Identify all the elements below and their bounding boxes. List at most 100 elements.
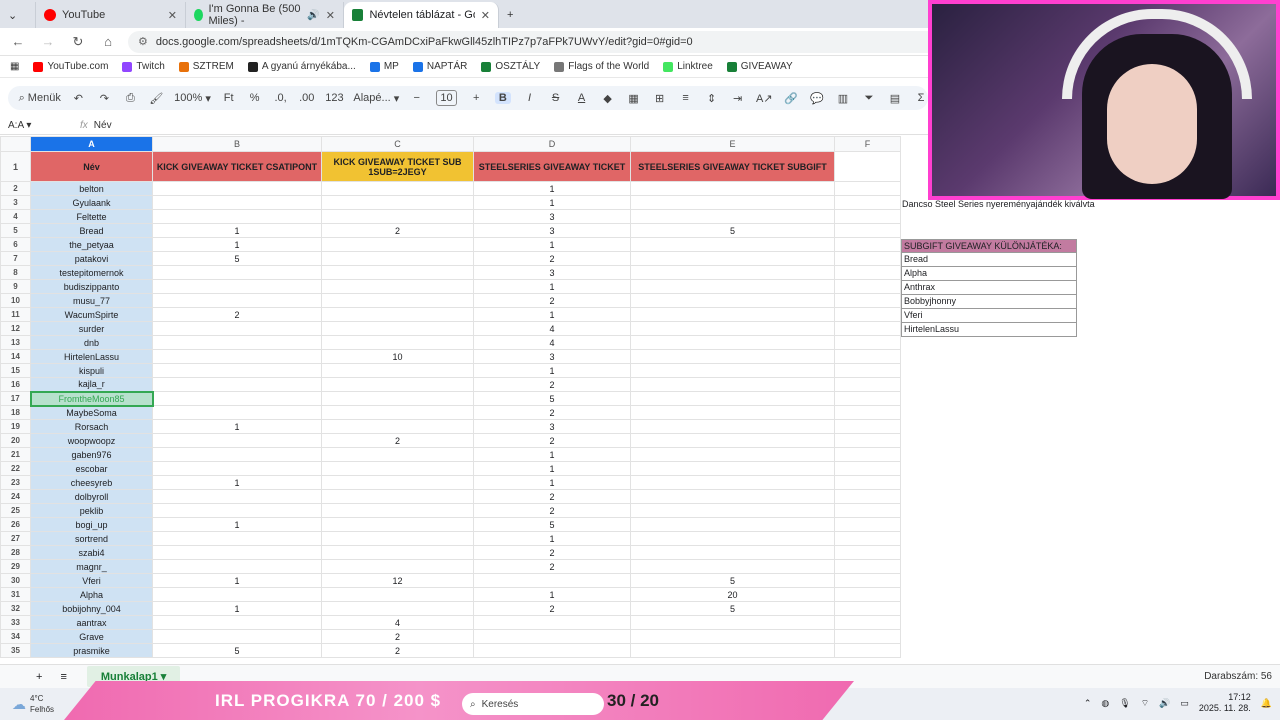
side-note[interactable]: Dancso Steel Series nyereményajándék kiv… [902,199,1095,209]
ticket-cell[interactable] [630,237,835,252]
site-info-icon[interactable]: ⚙ [138,35,148,48]
network-icon[interactable]: ◍ [1101,698,1109,709]
empty-cell[interactable] [834,151,901,182]
filter-icon[interactable]: ⏷ [862,92,876,105]
ticket-cell[interactable] [152,195,322,210]
ticket-cell[interactable] [321,517,474,532]
ticket-cell[interactable] [321,251,474,266]
empty-cell[interactable] [834,279,901,294]
empty-cell[interactable] [834,629,901,644]
bookmark-item[interactable]: YouTube.com [33,61,108,72]
name-cell[interactable]: dolbyroll [30,489,153,504]
empty-cell[interactable] [834,587,901,602]
empty-cell[interactable] [834,615,901,630]
row-number[interactable]: 10 [0,293,31,308]
all-sheets-icon[interactable]: ≡ [60,671,66,683]
browser-tab-youtube[interactable]: YouTube ✕ [36,2,186,28]
column-header-c[interactable]: C [321,136,474,152]
text-color-button[interactable]: A [575,92,589,104]
empty-cell[interactable] [834,405,901,420]
name-cell[interactable]: Alpha [30,587,153,602]
bookmark-item[interactable]: Flags of the World [554,61,649,72]
ticket-cell[interactable] [630,391,835,406]
empty-cell[interactable] [834,195,901,210]
row-number[interactable]: 7 [0,251,31,266]
ticket-cell[interactable] [321,293,474,308]
row-number[interactable]: 14 [0,349,31,364]
name-cell[interactable]: FromtheMoon85 [29,390,154,407]
empty-cell[interactable] [834,433,901,448]
ticket-cell[interactable]: 1 [473,475,631,490]
name-cell[interactable]: magnr_ [30,559,153,574]
empty-cell[interactable] [834,475,901,490]
name-cell[interactable]: sortrend [30,531,153,546]
ticket-cell[interactable] [152,209,322,224]
ticket-cell[interactable] [321,181,474,196]
ticket-cell[interactable]: 2 [473,559,631,574]
empty-cell[interactable] [834,223,901,238]
redo-icon[interactable]: ↷ [97,92,111,105]
more-formats-button[interactable]: 123 [325,92,343,104]
bold-button[interactable]: B [495,92,511,104]
name-cell[interactable]: Bread [30,223,153,238]
ticket-cell[interactable]: 3 [473,349,631,364]
empty-cell[interactable] [834,601,901,616]
volume-icon[interactable]: 🔊 [1159,698,1170,709]
empty-cell[interactable] [834,489,901,504]
name-cell[interactable]: belton [30,181,153,196]
ticket-cell[interactable]: 1 [473,587,631,602]
subgift-name[interactable]: Bread [901,253,1077,267]
row-number[interactable]: 16 [0,377,31,392]
row-number[interactable]: 25 [0,503,31,518]
name-cell[interactable]: Gyulaank [30,195,153,210]
ticket-cell[interactable]: 1 [152,517,322,532]
ticket-cell[interactable] [473,629,631,644]
ticket-cell[interactable] [152,349,322,364]
ticket-cell[interactable] [152,447,322,462]
ticket-cell[interactable]: 3 [473,419,631,434]
ticket-cell[interactable] [321,531,474,546]
name-cell[interactable]: Vferi [30,573,153,588]
increase-decimal-button[interactable]: .00 [299,92,314,104]
row-number[interactable]: 17 [0,391,31,406]
close-icon[interactable]: ✕ [326,9,335,22]
ticket-cell[interactable]: 1 [473,195,631,210]
plus-icon[interactable]: + [469,92,483,104]
row-number[interactable]: 13 [0,335,31,350]
ticket-cell[interactable] [321,279,474,294]
header-cell-kick[interactable]: KICK GIVEAWAY TICKET CSATIPONT [152,151,322,182]
fill-color-icon[interactable]: ◆ [601,92,615,105]
ticket-cell[interactable]: 1 [473,447,631,462]
ticket-cell[interactable] [473,573,631,588]
print-icon[interactable]: ⎙ [123,92,137,105]
ticket-cell[interactable] [630,461,835,476]
ticket-cell[interactable] [321,363,474,378]
ticket-cell[interactable]: 1 [473,181,631,196]
name-cell[interactable]: Feltette [30,209,153,224]
row-number[interactable]: 9 [0,279,31,294]
ticket-cell[interactable] [152,265,322,280]
bookmark-item[interactable]: Linktree [663,61,713,72]
apps-icon[interactable]: ▦ [10,61,19,72]
header-cell-kick-sub[interactable]: KICK GIVEAWAY TICKET SUB 1SUB=2JEGY [321,151,474,182]
name-cell[interactable]: peklib [30,503,153,518]
row-number[interactable]: 32 [0,601,31,616]
ticket-cell[interactable]: 5 [473,391,631,406]
row-number[interactable]: 2 [0,181,31,196]
row-number[interactable]: 5 [0,223,31,238]
empty-cell[interactable] [834,181,901,196]
ticket-cell[interactable] [152,405,322,420]
row-number[interactable]: 22 [0,461,31,476]
ticket-cell[interactable] [630,615,835,630]
row-number[interactable]: 6 [0,237,31,252]
row-number[interactable]: 3 [0,195,31,210]
ticket-cell[interactable] [321,587,474,602]
name-cell[interactable]: szabi4 [30,545,153,560]
empty-cell[interactable] [834,335,901,350]
name-cell[interactable]: prasmike [30,643,153,658]
speaker-icon[interactable]: 🔊 [307,10,319,21]
empty-cell[interactable] [834,643,901,658]
bookmark-item[interactable]: MP [369,61,399,72]
empty-cell[interactable] [834,447,901,462]
name-cell[interactable]: patakovi [30,251,153,266]
